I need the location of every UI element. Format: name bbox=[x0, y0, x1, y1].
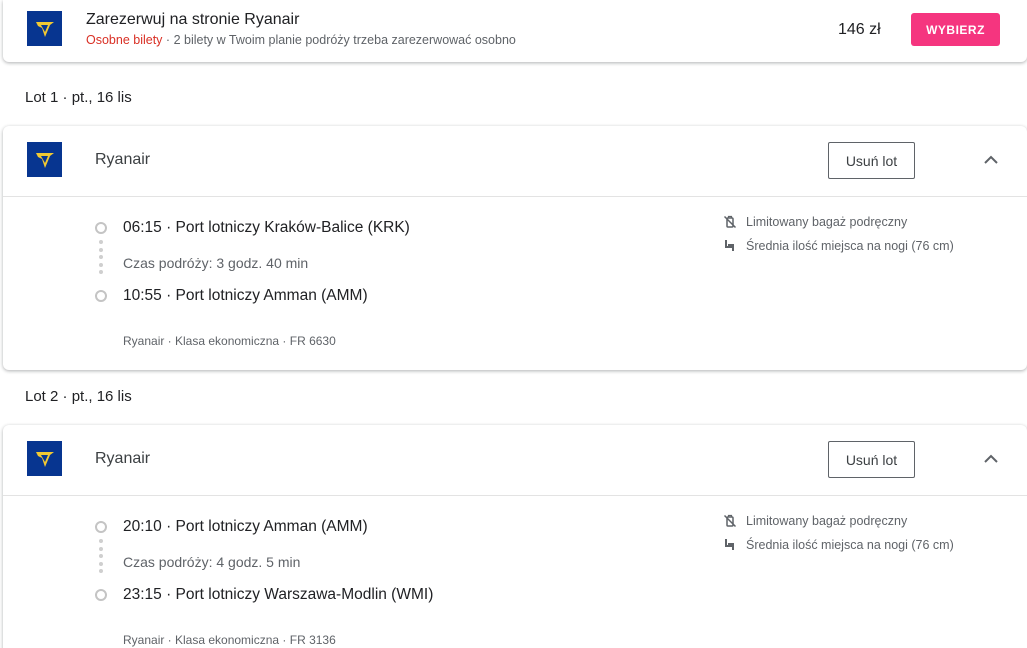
arrival-dot bbox=[95, 589, 107, 601]
ryanair-logo bbox=[27, 142, 62, 177]
separator-dot: · bbox=[165, 33, 174, 47]
separate-tickets-tag: Osobne bilety bbox=[86, 33, 163, 47]
route-dots bbox=[99, 539, 103, 577]
departure-info: 20:10 · Port lotniczy Amman (AMM) bbox=[123, 518, 368, 535]
seat-icon bbox=[725, 240, 734, 251]
choose-button[interactable]: WYBIERZ bbox=[911, 13, 1000, 46]
flight-card-1: Ryanair Usuń lot 06:15 · Port lotniczy K… bbox=[3, 126, 1027, 370]
route-dots bbox=[99, 240, 103, 278]
remove-flight-button[interactable]: Usuń lot bbox=[828, 142, 915, 179]
arrival-info: 10:55 · Port lotniczy Amman (AMM) bbox=[123, 287, 368, 304]
flight-1-heading: Lot 1 · pt., 16 lis bbox=[25, 89, 132, 106]
amenity-legroom-label: Średnia ilość miejsca na nogi (76 cm) bbox=[746, 538, 954, 552]
amenity-legroom: Średnia ilość miejsca na nogi (76 cm) bbox=[723, 538, 954, 552]
chevron-up-icon[interactable] bbox=[982, 154, 1000, 166]
booking-title: Zarezerwuj na stronie Ryanair bbox=[86, 11, 300, 28]
no-bag-icon bbox=[723, 514, 737, 528]
booking-subtitle: Osobne bilety · 2 bilety w Twoim planie … bbox=[86, 33, 516, 47]
booking-note: 2 bilety w Twoim planie podróży trzeba z… bbox=[173, 33, 516, 47]
flight-meta: Ryanair · Klasa ekonomiczna · FR 3136 bbox=[123, 633, 336, 647]
arrival-dot bbox=[95, 290, 107, 302]
amenity-baggage-label: Limitowany bagaż podręczny bbox=[746, 215, 908, 229]
remove-flight-button[interactable]: Usuń lot bbox=[828, 441, 915, 478]
amenity-legroom: Średnia ilość miejsca na nogi (76 cm) bbox=[723, 239, 954, 253]
flight-card-2: Ryanair Usuń lot 20:10 · Port lotniczy A… bbox=[3, 425, 1027, 648]
flight-meta: Ryanair · Klasa ekonomiczna · FR 6630 bbox=[123, 334, 336, 348]
ryanair-logo bbox=[27, 11, 62, 46]
travel-duration: Czas podróży: 4 godz. 5 min bbox=[123, 554, 301, 570]
departure-dot bbox=[95, 521, 107, 533]
amenity-baggage: Limitowany bagaż podręczny bbox=[723, 215, 907, 229]
chevron-up-icon[interactable] bbox=[982, 453, 1000, 465]
divider bbox=[3, 495, 1027, 496]
amenity-legroom-label: Średnia ilość miejsca na nogi (76 cm) bbox=[746, 239, 954, 253]
booking-card: Zarezerwuj na stronie Ryanair Osobne bil… bbox=[3, 0, 1027, 62]
arrival-info: 23:15 · Port lotniczy Warszawa-Modlin (W… bbox=[123, 586, 434, 603]
departure-info: 06:15 · Port lotniczy Kraków-Balice (KRK… bbox=[123, 219, 410, 236]
airline-name: Ryanair bbox=[95, 450, 151, 467]
ryanair-logo bbox=[27, 441, 62, 476]
divider bbox=[3, 196, 1027, 197]
departure-dot bbox=[95, 222, 107, 234]
seat-icon bbox=[725, 539, 734, 550]
price: 146 zł bbox=[838, 21, 881, 38]
airline-name: Ryanair bbox=[95, 151, 151, 168]
flight-2-heading: Lot 2 · pt., 16 lis bbox=[25, 388, 132, 405]
amenity-baggage-label: Limitowany bagaż podręczny bbox=[746, 514, 908, 528]
travel-duration: Czas podróży: 3 godz. 40 min bbox=[123, 255, 309, 271]
amenity-baggage: Limitowany bagaż podręczny bbox=[723, 514, 907, 528]
no-bag-icon bbox=[723, 215, 737, 229]
